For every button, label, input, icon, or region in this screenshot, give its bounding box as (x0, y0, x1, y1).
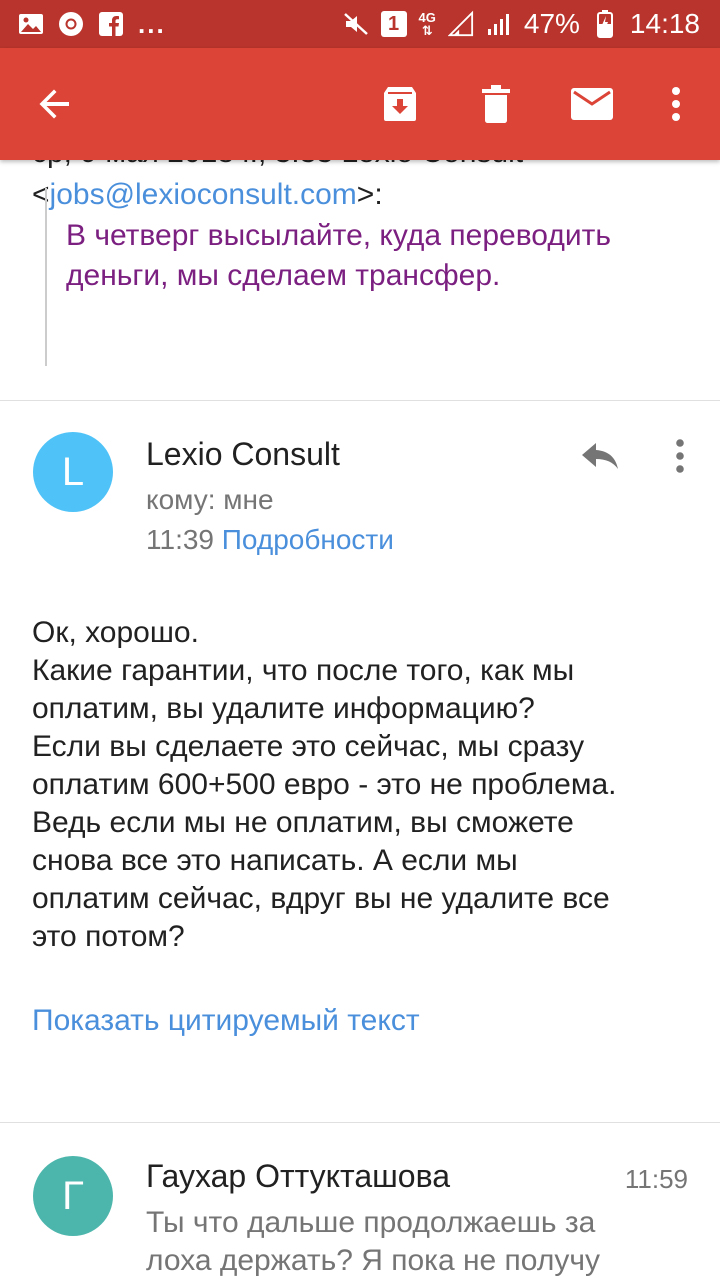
avatar[interactable]: L (33, 432, 113, 512)
message-snippet[interactable]: Ты что дальше продолжаешь за лоха держат… (146, 1204, 686, 1280)
back-arrow-icon (39, 89, 69, 119)
signal-bars-icon (486, 11, 512, 37)
body-line: оплатим, вы удалите информацию? (32, 692, 535, 725)
archive-button[interactable] (372, 76, 428, 132)
body-line: оплатим 600+500 евро - это не проблема. (32, 768, 617, 801)
avatar-letter: Г (62, 1173, 84, 1218)
email-bracket-close: >: (356, 178, 383, 211)
more-vert-icon (676, 439, 684, 473)
more-notifications-dots: ... (138, 9, 166, 39)
snippet-line: Ты что дальше продолжаешь за (146, 1206, 596, 1239)
recipient-line: кому: мне (146, 484, 274, 515)
body-line: это потом? (32, 920, 185, 953)
quote-bar (45, 188, 47, 366)
reply-icon (582, 443, 618, 469)
body-line: Какие гарантии, что после того, как мы (32, 654, 575, 687)
delete-icon (482, 85, 510, 123)
battery-charging-icon (592, 10, 618, 38)
mark-unread-button[interactable] (564, 76, 620, 132)
mail-icon (571, 88, 613, 120)
quoted-text: В четверг высылайте, куда переводить ден… (66, 219, 611, 292)
avatar[interactable]: Г (33, 1156, 113, 1236)
network-type-label: 4G ⇅ (418, 10, 436, 38)
body-line: Если вы сделаете это сейчас, мы сразу (32, 730, 585, 763)
message-time-details: 11:39 Подробности (146, 524, 394, 556)
reply-button[interactable] (572, 428, 628, 484)
sender-name[interactable]: Lexio Consult (146, 436, 340, 473)
delete-button[interactable] (468, 76, 524, 132)
network-type-text: 4G (418, 10, 436, 25)
more-vert-icon (672, 87, 680, 121)
clock: 14:18 (629, 8, 700, 39)
message-divider (0, 1122, 720, 1123)
avatar-letter: L (61, 449, 85, 494)
status-bar-system: 1 4G ⇅ 47% 14:18 (343, 6, 700, 42)
message-divider (0, 400, 720, 401)
message-more-button[interactable] (656, 428, 704, 484)
show-quoted-text-link[interactable]: Показать цитируемый текст (32, 1004, 420, 1038)
status-bar-notifications: ... (18, 8, 166, 40)
sender-name[interactable]: Гаухар Оттукташова (146, 1158, 450, 1195)
email-toolbar (0, 48, 720, 160)
email-thread[interactable]: ср, 9 мая 2018 г., 3:33 Lexio Consult <j… (0, 160, 720, 1280)
message-time: 11:59 (624, 1164, 688, 1194)
body-line: снова все это написать. А если мы (32, 844, 518, 877)
facebook-icon (98, 11, 124, 37)
notification-badge: 1 (380, 11, 407, 37)
signal-icon (447, 10, 474, 37)
body-line: Ведь если мы не оплатим, вы сможете (32, 806, 574, 839)
battery-percent: 47% (523, 8, 580, 39)
back-button[interactable] (27, 76, 83, 132)
mute-icon (343, 11, 369, 37)
body-line: оплатим сейчас, вдруг вы не удалите все (32, 882, 610, 915)
archive-icon (384, 87, 416, 121)
status-bar: ... 1 4G ⇅ 47% 14:18 (0, 0, 720, 48)
snippet-line: лоха держать? Я пока не получу (146, 1244, 600, 1277)
sender-email-link[interactable]: jobs@lexioconsult.com (50, 178, 357, 211)
image-icon (18, 11, 44, 37)
quoted-header-fragment: ср, 9 мая 2018 г., 3:33 Lexio Consult (32, 160, 523, 170)
chrome-icon (58, 11, 84, 37)
quoted-sender-email-line: <jobs@lexioconsult.com>: (32, 178, 383, 212)
message-body: Ок, хорошо. Какие гарантии, что после то… (32, 614, 700, 956)
body-line: Ок, хорошо. (32, 616, 199, 649)
message-time: 11:39 (146, 524, 214, 555)
details-link[interactable]: Подробности (222, 524, 394, 555)
more-options-button[interactable] (648, 76, 704, 132)
